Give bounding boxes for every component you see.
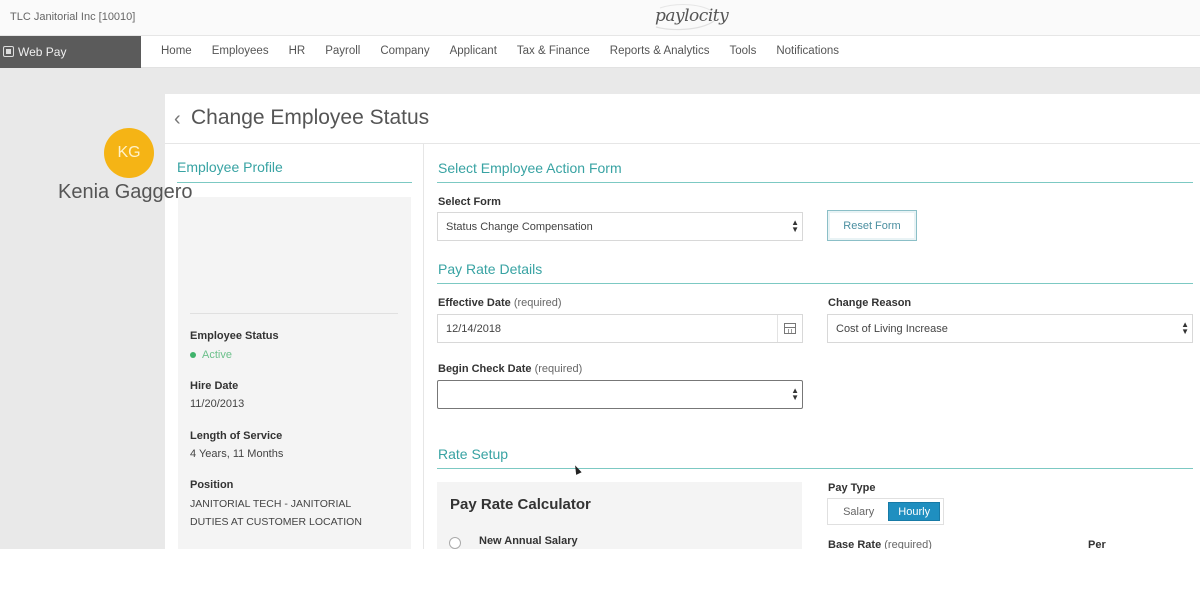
employee-name: Kenia Gaggero [58, 181, 193, 203]
employee-profile-heading: Employee Profile [177, 159, 283, 175]
calendar-button[interactable] [777, 315, 802, 342]
select-form-label: Select Form [438, 196, 501, 208]
length-of-service-value: 4 Years, 11 Months [190, 448, 284, 460]
action-form-heading-underline [437, 182, 1193, 183]
calendar-icon [784, 323, 796, 334]
effective-date-label: Effective Date (required) [438, 297, 562, 309]
nav-item-home[interactable]: Home [161, 45, 192, 57]
pay-rate-heading-underline [437, 283, 1193, 284]
select-form-dropdown[interactable]: Status Change Compensation ▲ ▼ [437, 212, 803, 241]
begin-check-date-required: (required) [534, 363, 583, 375]
length-of-service-label: Length of Service [190, 430, 283, 442]
paylocity-logo[interactable]: paylocity [655, 6, 729, 26]
nav-item-employees[interactable]: Employees [212, 45, 269, 57]
nav-item-applicant[interactable]: Applicant [450, 45, 497, 57]
nav-item-payroll[interactable]: Payroll [325, 45, 360, 57]
rate-setup-heading-underline [437, 468, 1193, 469]
change-reason-value: Cost of Living Increase [836, 323, 948, 335]
bottom-blank-area [0, 549, 1200, 600]
begin-check-date-label: Begin Check Date (required) [438, 363, 582, 375]
webpay-button[interactable]: Web Pay [0, 36, 141, 68]
new-annual-salary-label: New Annual Salary [479, 535, 578, 547]
position-label: Position [190, 479, 234, 491]
nav-item-tax-finance[interactable]: Tax & Finance [517, 45, 590, 57]
effective-date-value: 12/14/2018 [446, 323, 502, 335]
hire-date-value: 11/20/2013 [190, 398, 245, 410]
title-divider [165, 143, 1200, 144]
position-value-line1: JANITORIAL TECH - JANITORIAL [190, 498, 352, 510]
avatar-initials: KG [117, 144, 141, 161]
pay-type-hourly-option[interactable]: Hourly [888, 502, 940, 521]
profile-heading-underline [177, 182, 412, 183]
profile-card-divider [190, 313, 398, 314]
webpay-label: Web Pay [18, 45, 67, 59]
nav-item-reports-analytics[interactable]: Reports & Analytics [610, 45, 710, 57]
hire-date-label: Hire Date [190, 380, 239, 392]
employee-status-label: Employee Status [190, 330, 279, 342]
reset-form-button[interactable]: Reset Form [827, 210, 917, 241]
status-dot-icon [190, 352, 196, 358]
effective-date-required: (required) [513, 297, 562, 309]
effective-date-field[interactable]: 12/14/2018 [437, 314, 803, 343]
column-divider [423, 144, 424, 550]
begin-check-date-label-text: Begin Check Date [438, 363, 532, 375]
rate-setup-heading: Rate Setup [438, 446, 509, 462]
pay-type-salary-option[interactable]: Salary [831, 502, 886, 521]
top-bar: TLC Janitorial Inc [10010] paylocity [0, 0, 1200, 36]
main-nav: Web Pay Home Employees HR Payroll Compan… [0, 36, 1200, 68]
nav-item-company[interactable]: Company [380, 45, 429, 57]
nav-item-hr[interactable]: HR [289, 45, 306, 57]
select-arrows-icon: ▲ ▼ [1181, 320, 1189, 336]
pay-type-label: Pay Type [828, 482, 876, 494]
new-annual-salary-radio[interactable] [449, 537, 461, 549]
pay-rate-details-heading: Pay Rate Details [438, 261, 543, 277]
effective-date-label-text: Effective Date [438, 297, 511, 309]
select-action-form-heading: Select Employee Action Form [438, 160, 622, 176]
company-name: TLC Janitorial Inc [10010] [10, 11, 136, 23]
change-reason-label: Change Reason [828, 297, 912, 309]
position-value-line2: DUTIES AT CUSTOMER LOCATION [190, 516, 362, 528]
change-reason-dropdown[interactable]: Cost of Living Increase ▲ ▼ [827, 314, 1193, 343]
nav-item-notifications[interactable]: Notifications [776, 45, 839, 57]
webpay-icon [3, 46, 14, 57]
pay-type-toggle: Salary Hourly [827, 498, 944, 525]
nav-item-tools[interactable]: Tools [729, 45, 756, 57]
back-chevron-icon[interactable]: ‹ [174, 108, 181, 131]
nav-menu: Home Employees HR Payroll Company Applic… [161, 45, 859, 57]
pay-rate-calculator-title: Pay Rate Calculator [450, 496, 591, 513]
begin-check-date-dropdown[interactable]: ▲ ▼ [437, 380, 803, 409]
status-value: Active [202, 349, 232, 361]
select-arrows-icon: ▲ ▼ [791, 386, 799, 402]
page-title: Change Employee Status [191, 106, 430, 129]
status-badge: Active [190, 349, 232, 361]
select-form-value: Status Change Compensation [446, 221, 593, 233]
avatar: KG [104, 128, 154, 178]
select-arrows-icon: ▲ ▼ [791, 218, 799, 234]
